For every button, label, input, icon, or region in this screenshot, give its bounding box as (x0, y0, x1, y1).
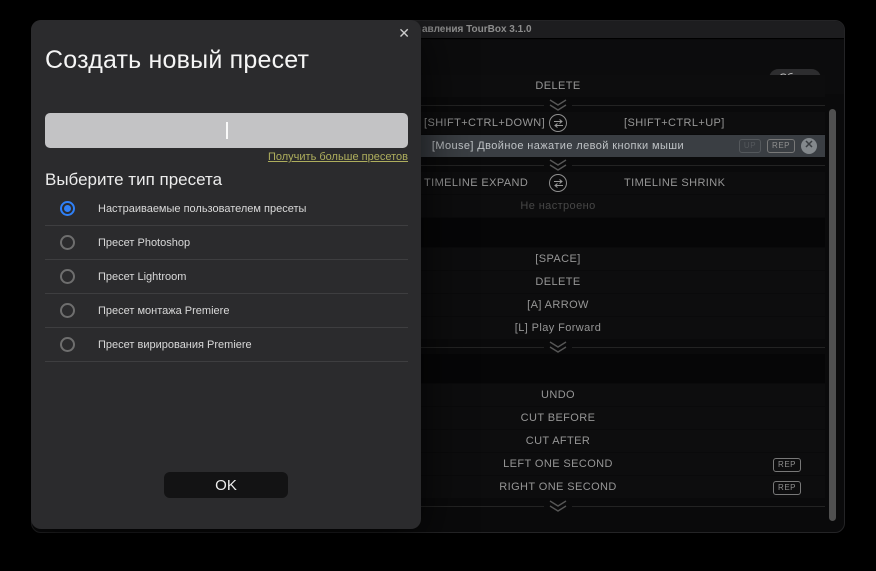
preset-type-label: Настраиваемые пользователем пресеты (98, 202, 307, 215)
double-chevron-down-icon (544, 159, 572, 171)
preset-type-option[interactable]: Пресет вирирования Premiere (45, 328, 408, 362)
radio-icon[interactable] (60, 303, 75, 318)
double-chevron-down-icon (544, 500, 572, 512)
rep-badge: REP (773, 458, 801, 472)
radio-selected-icon[interactable] (60, 201, 75, 216)
binding-label: DELETE (535, 276, 581, 288)
preset-type-option[interactable]: Пресет Photoshop (45, 226, 408, 260)
binding-label: [SPACE] (535, 253, 581, 265)
double-chevron-down-icon (544, 341, 572, 353)
binding-label-left: TIMELINE EXPAND (424, 177, 529, 189)
preset-type-heading: Выберите тип пресета (45, 170, 223, 189)
row-controls: UP REP ✕ (738, 135, 817, 157)
radio-icon[interactable] (60, 269, 75, 284)
binding-label: DELETE (535, 80, 581, 92)
get-more-presets-link[interactable]: Получить больше пресетов (268, 151, 408, 163)
preset-type-label: Пресет монтажа Premiere (98, 304, 230, 317)
swap-icon[interactable] (549, 174, 567, 192)
binding-label: CUT BEFORE (520, 412, 596, 424)
preset-type-option[interactable]: Пресет монтажа Premiere (45, 294, 408, 328)
preset-type-label: Пресет Photoshop (98, 236, 191, 249)
binding-label: RIGHT ONE SECOND (499, 481, 617, 493)
radio-icon[interactable] (60, 235, 75, 250)
preset-type-options: Настраиваемые пользователем пресеты Пресе… (45, 192, 408, 362)
remove-binding-icon[interactable]: ✕ (801, 138, 817, 154)
binding-label-left: [SHIFT+CTRL+DOWN] (424, 117, 546, 129)
double-chevron-down-icon (544, 99, 572, 111)
rep-badge: REP (773, 481, 801, 495)
ok-button[interactable]: OK (164, 472, 288, 498)
binding-label-right: [SHIFT+CTRL+UP] (624, 117, 725, 129)
vertical-scrollbar[interactable] (829, 109, 836, 521)
preset-type-option[interactable]: Настраиваемые пользователем пресеты (45, 192, 408, 226)
binding-label-right: TIMELINE SHRINK (624, 177, 726, 189)
binding-label: LEFT ONE SECOND (503, 458, 613, 470)
radio-icon[interactable] (60, 337, 75, 352)
binding-label: UNDO (541, 389, 575, 401)
binding-label: Не настроено (520, 200, 596, 212)
preset-type-label: Пресет Lightroom (98, 270, 187, 283)
preset-type-option[interactable]: Пресет Lightroom (45, 260, 408, 294)
up-badge: UP (738, 139, 762, 153)
binding-label: CUT AFTER (525, 435, 591, 447)
swap-icon[interactable] (549, 114, 567, 132)
rep-badge: REP (767, 139, 795, 153)
close-icon[interactable]: ✕ (398, 26, 410, 40)
create-preset-dialog: ✕ Создать новый пресет Получить больше п… (31, 20, 421, 529)
binding-label: [L] Play Forward (514, 322, 602, 334)
dialog-title: Создать новый пресет (45, 46, 310, 74)
text-cursor (226, 122, 228, 139)
binding-label: [Mouse] Двойное нажатие левой кнопки мыш… (431, 140, 685, 152)
binding-label: [A] ARROW (527, 299, 589, 311)
window-title: авления TourBox 3.1.0 (422, 24, 532, 35)
preset-type-label: Пресет вирирования Premiere (98, 338, 252, 351)
